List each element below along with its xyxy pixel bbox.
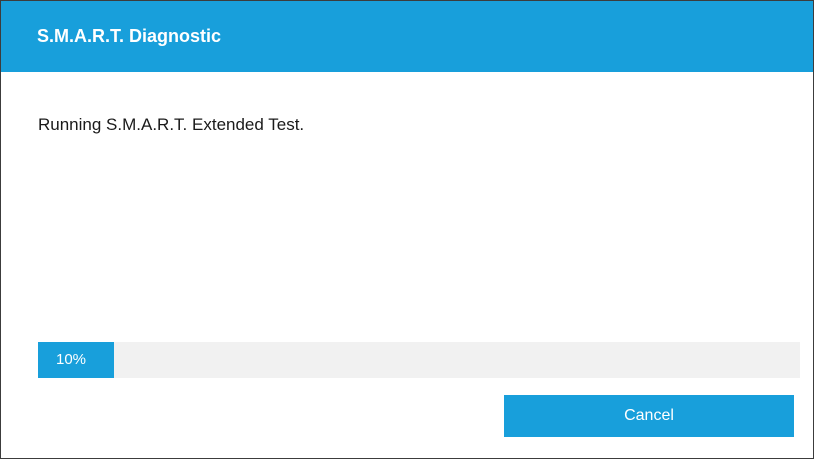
progress-label: 10% [56,351,87,368]
dialog-title: S.M.A.R.T. Diagnostic [37,26,222,46]
progress-fill: 10% [38,342,115,378]
smart-diagnostic-dialog: S.M.A.R.T. Diagnostic Running S.M.A.R.T.… [0,0,814,459]
status-message: Running S.M.A.R.T. Extended Test. [38,115,305,134]
progress-bar: 10% [38,342,800,378]
cancel-button[interactable]: Cancel [504,395,794,437]
title-bar: S.M.A.R.T. Diagnostic [1,1,813,72]
